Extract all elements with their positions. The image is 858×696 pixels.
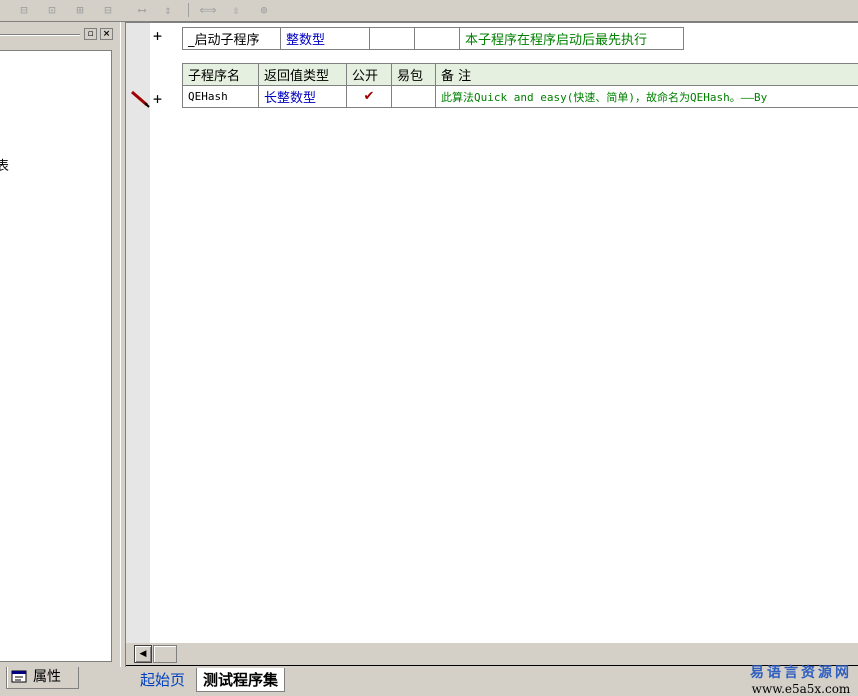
tab-properties-label: 属性 — [33, 669, 61, 685]
center-horizontal-icon[interactable]: ⟺ — [198, 1, 218, 19]
startup-ebag-cell[interactable] — [415, 28, 460, 50]
table-header-row: 子程序名 返回值类型 公开 易包 备 注 — [183, 64, 858, 86]
horizontal-scrollbar[interactable]: ◀ — [126, 643, 858, 665]
panel-body: 表 — [0, 50, 112, 662]
startup-sub-table: _启动子程序 整数型 本子程序在程序启动后最先执行 — [182, 27, 684, 50]
sub-type-cell[interactable]: 长整数型 — [259, 86, 347, 108]
expand-sub-icon[interactable]: + — [153, 90, 162, 108]
document-tabs: 起始页 测试程序集 — [126, 665, 858, 695]
sub-public-check[interactable]: ✔ — [347, 86, 392, 108]
table-row[interactable]: QEHash 长整数型 ✔ 此算法Quick and easy(快速、简单)，故… — [183, 86, 858, 108]
watermark-cn: 易语言资源网 — [750, 662, 852, 682]
header-return-type: 返回值类型 — [259, 64, 347, 86]
restore-icon[interactable]: ▫ — [84, 28, 97, 40]
scroll-left-icon[interactable]: ◀ — [134, 645, 152, 663]
same-width-icon[interactable]: ⟷ — [132, 1, 152, 19]
tab-start-page[interactable]: 起始页 — [134, 668, 191, 692]
editor-gutter — [126, 23, 150, 643]
align-left-icon[interactable]: ⊟ — [14, 1, 34, 19]
center-vertical-icon[interactable]: ⇳ — [226, 1, 246, 19]
expand-startup-icon[interactable]: + — [153, 27, 162, 45]
alignment-toolbar: ⊟ ⊡ ⊞ ⊟ ⟷ ⇕ ⟺ ⇳ ⊕ — [0, 0, 858, 22]
close-icon[interactable]: × — [100, 28, 113, 40]
startup-remark-cell[interactable]: 本子程序在程序启动后最先执行 — [460, 28, 684, 50]
tab-test-module[interactable]: 测试程序集 — [196, 668, 285, 692]
startup-name-cell[interactable]: _启动子程序 — [183, 28, 281, 50]
toolbar-separator — [188, 3, 189, 17]
code-editor[interactable]: + _启动子程序 整数型 本子程序在程序启动后最先执行 子程序名 返回值类型 公… — [126, 22, 858, 643]
sub-name-cell[interactable]: QEHash — [183, 86, 259, 108]
subroutine-table: 子程序名 返回值类型 公开 易包 备 注 QEHash 长整数型 ✔ 此算法Qu… — [182, 63, 858, 108]
align-top-icon[interactable]: ⊞ — [70, 1, 90, 19]
header-public: 公开 — [347, 64, 392, 86]
tab-properties[interactable]: 属性 — [6, 667, 79, 689]
properties-icon — [11, 670, 29, 684]
align-center-icon[interactable]: ⊡ — [42, 1, 62, 19]
header-remark: 备 注 — [436, 64, 858, 86]
site-watermark: 易语言资源网 www.e5a5x.com — [750, 662, 852, 696]
align-bottom-icon[interactable]: ⊟ — [98, 1, 118, 19]
same-height-icon[interactable]: ⇕ — [158, 1, 178, 19]
left-dock-panel: ▫ × 表 — [0, 22, 120, 665]
startup-public-cell[interactable] — [370, 28, 415, 50]
header-ebag: 易包 — [392, 64, 436, 86]
sub-remark-cell[interactable]: 此算法Quick and easy(快速、简单)，故命名为QEHash。——By — [436, 86, 858, 108]
sub-ebag-cell[interactable] — [392, 86, 436, 108]
pencil-edit-icon — [130, 89, 150, 109]
watermark-url: www.e5a5x.com — [750, 682, 852, 696]
scroll-thumb[interactable] — [153, 645, 177, 663]
startup-type-cell[interactable]: 整数型 — [281, 28, 370, 50]
panel-header: ▫ × — [0, 27, 118, 43]
panel-grip[interactable] — [0, 34, 80, 36]
center-both-icon[interactable]: ⊕ — [254, 1, 274, 19]
header-sub-name: 子程序名 — [183, 64, 259, 86]
table-row[interactable]: _启动子程序 整数型 本子程序在程序启动后最先执行 — [183, 28, 684, 50]
panel-item-label[interactable]: 表 — [0, 155, 9, 174]
